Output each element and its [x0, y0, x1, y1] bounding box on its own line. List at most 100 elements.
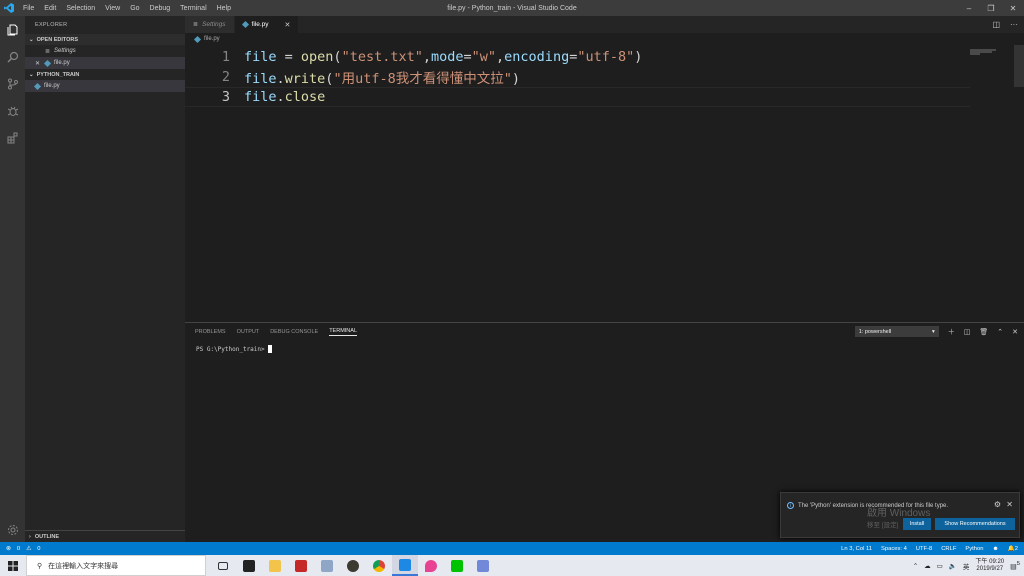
install-button[interactable]: Install — [903, 518, 931, 530]
search-icon[interactable] — [0, 43, 25, 70]
notifications-bell[interactable]: 🔔2 — [1008, 546, 1018, 552]
close-icon[interactable]: ✕ — [1006, 500, 1013, 509]
indentation[interactable]: Spaces: 4 — [881, 546, 907, 552]
close-icon[interactable]: ✕ — [35, 60, 40, 67]
folder-section[interactable]: ⌄ PYTHON_TRAIN — [25, 69, 185, 80]
tab-label: Settings — [202, 21, 226, 28]
taskbar-app-chrome-icon[interactable] — [366, 555, 392, 576]
menu-file[interactable]: File — [18, 5, 39, 12]
terminal-select[interactable]: 1: powershell ▾ — [854, 326, 939, 337]
restore-icon[interactable]: ❐ — [980, 0, 1002, 16]
split-editor-icon[interactable]: ◫ — [992, 20, 1000, 29]
new-terminal-icon[interactable]: ＋ — [948, 327, 955, 337]
kill-terminal-icon[interactable]: 🗑 — [979, 328, 988, 336]
extensions-icon[interactable] — [0, 124, 25, 151]
minimap[interactable] — [970, 45, 1010, 55]
explorer-icon[interactable] — [0, 16, 25, 43]
code-text: file.close — [244, 89, 326, 105]
status-problems[interactable]: ⊗ 0 ⚠ 0 — [6, 546, 41, 552]
manage-gear-icon[interactable] — [0, 516, 25, 543]
taskbar-app-line-icon[interactable] — [444, 555, 470, 576]
breadcrumb[interactable]: file.py — [185, 33, 1024, 45]
notification-count: 2 — [1014, 545, 1018, 552]
line-ending[interactable]: CRLF — [941, 546, 956, 552]
cursor-position[interactable]: Ln 3, Col 11 — [841, 546, 872, 552]
source-control-icon[interactable] — [0, 70, 25, 97]
chevron-right-icon: › — [29, 533, 31, 540]
taskbar-app-explorer-icon[interactable] — [262, 555, 288, 576]
open-editor-label: Settings — [54, 48, 76, 54]
activity-bar — [0, 16, 25, 542]
file-encoding[interactable]: UTF-8 — [916, 546, 932, 552]
tab-problems[interactable]: PROBLEMS — [195, 329, 226, 335]
panel-actions: 1: powershell ▾ ＋ ◫ 🗑 ⌃ ✕ — [854, 326, 1018, 337]
open-editor-settings[interactable]: ≣ Settings — [25, 45, 185, 57]
debug-icon[interactable] — [0, 97, 25, 124]
menu-edit[interactable]: Edit — [39, 5, 61, 12]
editor-scrollbar[interactable] — [1014, 45, 1024, 87]
menu-terminal[interactable]: Terminal — [175, 5, 211, 12]
menu-bar: File Edit Selection View Go Debug Termin… — [18, 5, 236, 12]
taskbar-app-red-icon[interactable] — [288, 555, 314, 576]
terminal-output[interactable]: PS G:\Python_train> — [196, 345, 272, 353]
task-view-icon[interactable] — [210, 555, 236, 576]
tab-filepy[interactable]: file.py ✕ — [234, 16, 300, 33]
tab-settings[interactable]: ≣ Settings — [185, 16, 235, 33]
menu-help[interactable]: Help — [212, 5, 236, 12]
network-icon[interactable]: ▭ — [937, 562, 943, 570]
split-terminal-icon[interactable]: ◫ — [964, 328, 971, 336]
open-editor-filepy[interactable]: ✕ file.py — [25, 57, 185, 69]
explorer-header: EXPLORER — [35, 22, 68, 28]
windows-taskbar: ⚲ 在這裡輸入文字來搜尋 ⌃ ☁ ▭ 🔈 英 下午 09:20 2019/9/2… — [0, 555, 1024, 576]
taskbar-app-game-icon[interactable] — [340, 555, 366, 576]
menu-debug[interactable]: Debug — [145, 5, 176, 12]
terminal-select-value: 1: powershell — [858, 328, 892, 335]
taskbar-app-obs-icon[interactable] — [236, 555, 262, 576]
clock[interactable]: 下午 09:20 2019/9/27 — [975, 559, 1004, 573]
close-window-icon[interactable]: ✕ — [1002, 0, 1024, 16]
file-tree-item-filepy[interactable]: file.py — [25, 80, 185, 92]
menu-selection[interactable]: Selection — [61, 5, 100, 12]
action-center-icon[interactable]: ▤5 — [1010, 561, 1020, 570]
outline-section[interactable]: › OUTLINE — [25, 530, 185, 542]
clock-time: 下午 09:20 — [975, 558, 1005, 565]
taskbar-search-box[interactable]: ⚲ 在這裡輸入文字來搜尋 — [26, 555, 206, 576]
search-icon: ⚲ — [37, 562, 43, 570]
taskbar-app-maps-icon[interactable] — [418, 555, 444, 576]
close-panel-icon[interactable]: ✕ — [1012, 328, 1018, 336]
ime-indicator[interactable]: 英 — [963, 561, 970, 571]
close-tab-icon[interactable]: ✕ — [285, 21, 291, 29]
tab-label: file.py — [251, 21, 269, 28]
maximize-panel-icon[interactable]: ⌃ — [997, 328, 1003, 336]
editor-actions: ◫ ··· — [992, 16, 1018, 33]
menu-go[interactable]: Go — [125, 5, 144, 12]
warning-count: 0 — [37, 545, 41, 552]
tab-debug-console[interactable]: DEBUG CONSOLE — [270, 329, 318, 335]
volume-icon[interactable]: 🔈 — [949, 562, 957, 570]
onedrive-icon[interactable]: ☁ — [924, 562, 931, 570]
taskbar-app-vscode-icon[interactable] — [392, 555, 418, 576]
settings-file-icon: ≣ — [193, 22, 199, 28]
more-actions-icon[interactable]: ··· — [1010, 20, 1018, 29]
feedback-smiley-icon[interactable]: ☻ — [992, 546, 998, 552]
menu-view[interactable]: View — [100, 5, 125, 12]
action-center-count: 5 — [1016, 560, 1020, 567]
gear-icon[interactable]: ⚙ — [994, 500, 1001, 509]
language-mode[interactable]: Python — [965, 546, 983, 552]
code-editor[interactable]: 1 file = open("test.txt",mode="w",encodi… — [185, 45, 970, 320]
warning-icon: ⚠ — [26, 545, 32, 552]
explorer-sidebar: EXPLORER ⌄ OPEN EDITORS ≣ Settings ✕ fil… — [25, 16, 185, 542]
tray-chevron-up-icon[interactable]: ⌃ — [913, 562, 918, 570]
minimize-icon[interactable]: – — [958, 0, 980, 16]
taskbar-app-discord-icon[interactable] — [470, 555, 496, 576]
windows-start-icon[interactable] — [0, 555, 26, 576]
title-bar: File Edit Selection View Go Debug Termin… — [0, 0, 1024, 16]
tab-terminal[interactable]: TERMINAL — [329, 328, 357, 336]
code-line: 2 file.write("用utf-8我才看得懂中文拉") — [185, 67, 970, 87]
breadcrumb-label: file.py — [204, 36, 220, 42]
error-icon: ⊗ — [6, 545, 11, 552]
open-editors-section[interactable]: ⌄ OPEN EDITORS — [25, 34, 185, 45]
show-recommendations-button[interactable]: Show Recommendations — [935, 518, 1015, 530]
tab-output[interactable]: OUTPUT — [237, 329, 260, 335]
taskbar-app-window-icon[interactable] — [314, 555, 340, 576]
